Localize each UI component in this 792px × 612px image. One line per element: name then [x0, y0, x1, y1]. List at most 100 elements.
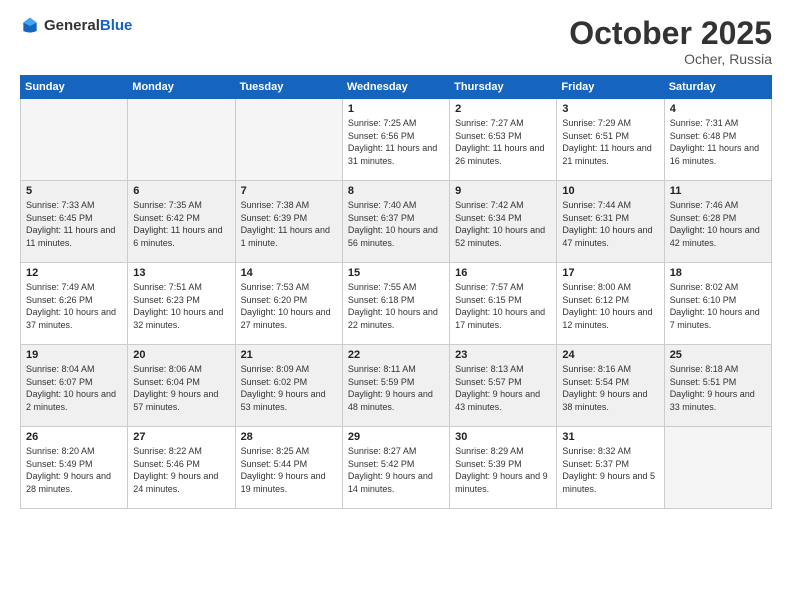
table-row: 19 Sunrise: 8:04 AM Sunset: 6:07 PM Dayli…: [21, 345, 128, 427]
day-info: Sunrise: 7:44 AM Sunset: 6:31 PM Dayligh…: [562, 199, 658, 249]
day-number: 11: [670, 185, 766, 197]
day-info: Sunrise: 8:11 AM Sunset: 5:59 PM Dayligh…: [348, 363, 444, 413]
table-row: 28 Sunrise: 8:25 AM Sunset: 5:44 PM Dayli…: [235, 427, 342, 509]
day-number: 5: [26, 185, 122, 197]
col-tuesday: Tuesday: [235, 76, 342, 99]
day-info: Sunrise: 7:55 AM Sunset: 6:18 PM Dayligh…: [348, 281, 444, 331]
table-row: 27 Sunrise: 8:22 AM Sunset: 5:46 PM Dayli…: [128, 427, 235, 509]
table-row: 13Sunrise: 7:51 AM Sunset: 6:23 PM Dayli…: [128, 263, 235, 345]
day-number: 18: [670, 267, 766, 279]
table-row: [235, 99, 342, 181]
calendar: Sunday Monday Tuesday Wednesday Thursday…: [20, 75, 772, 509]
table-row: 16 Sunrise: 7:57 AM Sunset: 6:15 PM Dayli…: [450, 263, 557, 345]
table-row: [21, 99, 128, 181]
day-number: 25: [670, 349, 766, 361]
day-number: 20: [133, 349, 229, 361]
title-block: October 2025 Ocher, Russia: [569, 16, 772, 67]
day-info: Sunrise: 8:04 AM Sunset: 6:07 PM Dayligh…: [26, 363, 122, 413]
day-info: Sunrise: 8:27 AM Sunset: 5:42 PM Dayligh…: [348, 445, 444, 495]
table-row: 8 Sunrise: 7:40 AM Sunset: 6:37 PM Daylig…: [342, 181, 449, 263]
table-row: 10 Sunrise: 7:44 AM Sunset: 6:31 PM Dayli…: [557, 181, 664, 263]
logo-icon: [20, 16, 40, 36]
table-row: 3 Sunrise: 7:29 AM Sunset: 6:51 PM Daylig…: [557, 99, 664, 181]
table-row: 6 Sunrise: 7:35 AM Sunset: 6:42 PM Daylig…: [128, 181, 235, 263]
day-info: Sunrise: 7:49 AM Sunset: 6:26 PM Dayligh…: [26, 281, 122, 331]
day-number: 19: [26, 349, 122, 361]
table-row: 2 Sunrise: 7:27 AM Sunset: 6:53 PM Daylig…: [450, 99, 557, 181]
table-row: 26 Sunrise: 8:20 AM Sunset: 5:49 PM Dayli…: [21, 427, 128, 509]
table-row: 9 Sunrise: 7:42 AM Sunset: 6:34 PM Daylig…: [450, 181, 557, 263]
logo-general: General: [44, 17, 100, 34]
day-number: 2: [455, 103, 551, 115]
day-number: 10: [562, 185, 658, 197]
calendar-header-row: Sunday Monday Tuesday Wednesday Thursday…: [21, 76, 772, 99]
location: Ocher, Russia: [569, 51, 772, 67]
day-number: 8: [348, 185, 444, 197]
day-number: 26: [26, 431, 122, 443]
day-number: 21: [241, 349, 337, 361]
month-title: October 2025: [569, 16, 772, 51]
table-row: 18 Sunrise: 8:02 AM Sunset: 6:10 PM Dayli…: [664, 263, 771, 345]
day-number: 24: [562, 349, 658, 361]
day-number: 12: [26, 267, 122, 279]
day-info: Sunrise: 8:22 AM Sunset: 5:46 PM Dayligh…: [133, 445, 229, 495]
day-info: Sunrise: 7:46 AM Sunset: 6:28 PM Dayligh…: [670, 199, 766, 249]
table-row: 4Sunrise: 7:31 AM Sunset: 6:48 PM Daylig…: [664, 99, 771, 181]
week-row-4: 19 Sunrise: 8:04 AM Sunset: 6:07 PM Dayli…: [21, 345, 772, 427]
day-number: 14: [241, 267, 337, 279]
table-row: 31 Sunrise: 8:32 AM Sunset: 5:37 PM Dayli…: [557, 427, 664, 509]
day-number: 9: [455, 185, 551, 197]
header: GeneralBlue October 2025 Ocher, Russia: [20, 16, 772, 67]
table-row: 14 Sunrise: 7:53 AM Sunset: 6:20 PM Dayli…: [235, 263, 342, 345]
col-monday: Monday: [128, 76, 235, 99]
col-wednesday: Wednesday: [342, 76, 449, 99]
table-row: 23Sunrise: 8:13 AM Sunset: 5:57 PM Dayli…: [450, 345, 557, 427]
day-number: 7: [241, 185, 337, 197]
col-saturday: Saturday: [664, 76, 771, 99]
table-row: 7 Sunrise: 7:38 AM Sunset: 6:39 PM Daylig…: [235, 181, 342, 263]
day-info: Sunrise: 7:29 AM Sunset: 6:51 PM Dayligh…: [562, 117, 658, 167]
week-row-3: 12 Sunrise: 7:49 AM Sunset: 6:26 PM Dayli…: [21, 263, 772, 345]
col-friday: Friday: [557, 76, 664, 99]
day-info: Sunrise: 7:35 AM Sunset: 6:42 PM Dayligh…: [133, 199, 229, 249]
day-info: Sunrise: 8:20 AM Sunset: 5:49 PM Dayligh…: [26, 445, 122, 495]
day-info: Sunrise: 7:38 AM Sunset: 6:39 PM Dayligh…: [241, 199, 337, 249]
day-info: Sunrise: 7:53 AM Sunset: 6:20 PM Dayligh…: [241, 281, 337, 331]
day-info: Sunrise: 7:42 AM Sunset: 6:34 PM Dayligh…: [455, 199, 551, 249]
day-number: 15: [348, 267, 444, 279]
page: GeneralBlue October 2025 Ocher, Russia S…: [0, 0, 792, 612]
day-number: 16: [455, 267, 551, 279]
table-row: [664, 427, 771, 509]
day-info: Sunrise: 8:02 AM Sunset: 6:10 PM Dayligh…: [670, 281, 766, 331]
day-number: 1: [348, 103, 444, 115]
col-thursday: Thursday: [450, 76, 557, 99]
day-number: 6: [133, 185, 229, 197]
day-info: Sunrise: 8:29 AM Sunset: 5:39 PM Dayligh…: [455, 445, 551, 495]
day-number: 23: [455, 349, 551, 361]
day-info: Sunrise: 7:40 AM Sunset: 6:37 PM Dayligh…: [348, 199, 444, 249]
table-row: 24 Sunrise: 8:16 AM Sunset: 5:54 PM Dayli…: [557, 345, 664, 427]
table-row: 1Sunrise: 7:25 AM Sunset: 6:56 PM Daylig…: [342, 99, 449, 181]
day-number: 27: [133, 431, 229, 443]
day-number: 28: [241, 431, 337, 443]
table-row: 22Sunrise: 8:11 AM Sunset: 5:59 PM Dayli…: [342, 345, 449, 427]
day-info: Sunrise: 8:25 AM Sunset: 5:44 PM Dayligh…: [241, 445, 337, 495]
day-info: Sunrise: 7:33 AM Sunset: 6:45 PM Dayligh…: [26, 199, 122, 249]
day-number: 30: [455, 431, 551, 443]
day-number: 3: [562, 103, 658, 115]
logo-blue: Blue: [100, 17, 133, 34]
day-number: 29: [348, 431, 444, 443]
day-info: Sunrise: 8:16 AM Sunset: 5:54 PM Dayligh…: [562, 363, 658, 413]
day-number: 31: [562, 431, 658, 443]
table-row: [128, 99, 235, 181]
table-row: 25Sunrise: 8:18 AM Sunset: 5:51 PM Dayli…: [664, 345, 771, 427]
day-number: 13: [133, 267, 229, 279]
table-row: 5 Sunrise: 7:33 AM Sunset: 6:45 PM Daylig…: [21, 181, 128, 263]
week-row-5: 26 Sunrise: 8:20 AM Sunset: 5:49 PM Dayli…: [21, 427, 772, 509]
day-info: Sunrise: 7:31 AM Sunset: 6:48 PM Dayligh…: [670, 117, 766, 167]
day-info: Sunrise: 7:57 AM Sunset: 6:15 PM Dayligh…: [455, 281, 551, 331]
table-row: 20Sunrise: 8:06 AM Sunset: 6:04 PM Dayli…: [128, 345, 235, 427]
day-info: Sunrise: 7:27 AM Sunset: 6:53 PM Dayligh…: [455, 117, 551, 167]
table-row: 17Sunrise: 8:00 AM Sunset: 6:12 PM Dayli…: [557, 263, 664, 345]
day-info: Sunrise: 8:32 AM Sunset: 5:37 PM Dayligh…: [562, 445, 658, 495]
